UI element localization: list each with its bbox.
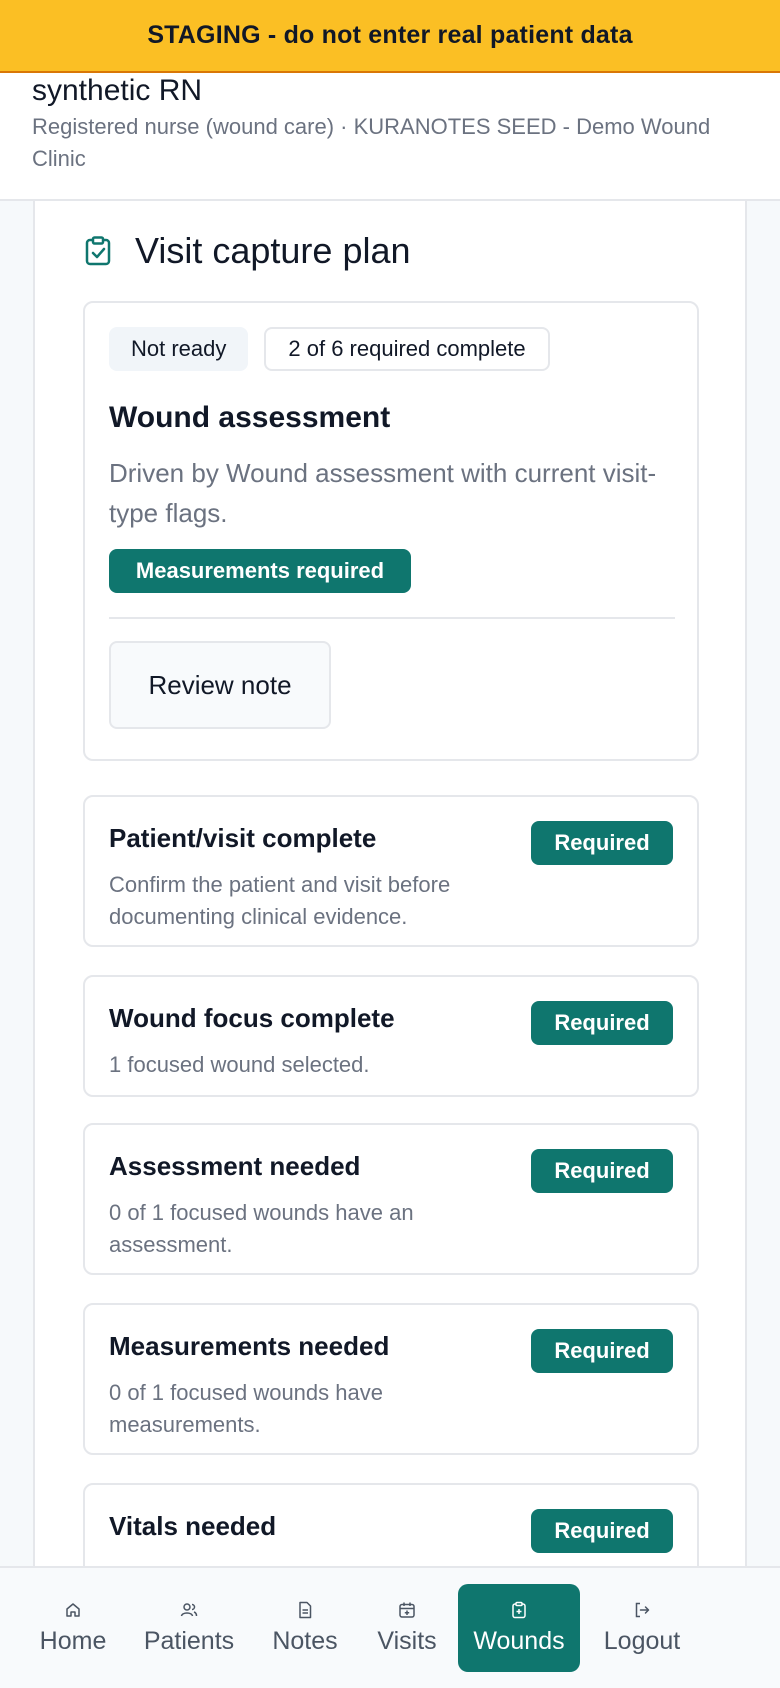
checklist-item-description: 1 focused wound selected. — [109, 1052, 370, 1077]
required-badge: Required — [531, 1001, 673, 1045]
checklist-item: Vitals needed Required — [83, 1483, 699, 1566]
nav-item-patients[interactable]: Patients — [142, 1584, 236, 1672]
checklist-item-title: Patient/visit complete — [109, 823, 377, 853]
checklist-item: Assessment needed 0 of 1 focused wounds … — [83, 1123, 699, 1275]
status-badge: Not ready — [109, 327, 249, 371]
users-icon — [180, 1602, 198, 1616]
checklist-item-title: Assessment needed — [109, 1151, 361, 1181]
divider — [109, 617, 675, 619]
summary-description: Driven by Wound assessment with current … — [109, 458, 657, 528]
calendar-plus-icon — [399, 1602, 415, 1618]
summary-chips: Not ready 2 of 6 required complete — [109, 327, 550, 371]
summary-heading: Wound assessment — [109, 401, 391, 434]
nav-item-home[interactable]: Home — [32, 1584, 114, 1672]
nav-label: Notes — [272, 1626, 338, 1655]
panel-header: Visit capture plan — [85, 221, 411, 281]
measurements-required-badge: Measurements required — [109, 549, 411, 593]
checklist-item: Patient/visit complete Confirm the patie… — [83, 795, 699, 947]
checklist-item-description: 0 of 1 focused wounds have an assessment… — [109, 1200, 414, 1257]
nav-item-wounds[interactable]: Wounds — [458, 1584, 580, 1672]
nav-label: Logout — [603, 1626, 681, 1655]
staging-banner-text: STAGING - do not enter real patient data — [147, 21, 633, 49]
checklist-item-title: Wound focus complete — [109, 1003, 395, 1033]
nav-label: Visits — [377, 1626, 437, 1655]
main-content[interactable]: Visit capture plan Not ready 2 of 6 requ… — [0, 201, 780, 1566]
staging-banner: STAGING - do not enter real patient data — [0, 0, 780, 73]
bottom-nav: Home Patients Notes Visits Wounds Logout — [0, 1566, 780, 1688]
review-note-button[interactable]: Review note — [109, 641, 331, 729]
required-badge: Required — [531, 1509, 673, 1553]
document-icon — [299, 1601, 312, 1618]
user-role-clinic: Registered nurse (wound care) · KURANOTE… — [32, 114, 711, 171]
required-badge: Required — [531, 1329, 673, 1373]
nav-item-logout[interactable]: Logout — [600, 1584, 684, 1672]
checklist-item-title: Vitals needed — [109, 1511, 277, 1541]
user-header: synthetic RN Registered nurse (wound car… — [0, 73, 780, 201]
nav-item-visits[interactable]: Visits — [372, 1584, 442, 1672]
clipboard-plus-icon — [512, 1601, 526, 1618]
checklist-item-title: Measurements needed — [109, 1331, 390, 1361]
required-badge: Required — [531, 821, 673, 865]
visit-capture-panel: Visit capture plan Not ready 2 of 6 requ… — [33, 201, 747, 1566]
nav-label: Home — [39, 1626, 107, 1655]
nav-label: Patients — [143, 1626, 235, 1655]
checklist-item-description: 0 of 1 focused wounds have measurements. — [109, 1380, 383, 1437]
user-name: synthetic RN — [32, 74, 203, 107]
logout-icon — [635, 1602, 650, 1617]
nav-label: Wounds — [473, 1626, 565, 1655]
progress-badge: 2 of 6 required complete — [264, 327, 550, 371]
clipboard-check-icon — [85, 236, 111, 266]
checklist-item: Wound focus complete 1 focused wound sel… — [83, 975, 699, 1097]
home-icon — [66, 1602, 80, 1617]
required-badge: Required — [531, 1149, 673, 1193]
checklist-item: Measurements needed 0 of 1 focused wound… — [83, 1303, 699, 1455]
summary-card: Not ready 2 of 6 required complete Wound… — [83, 301, 699, 761]
panel-title: Visit capture plan — [135, 230, 411, 271]
nav-item-notes[interactable]: Notes — [266, 1584, 344, 1672]
checklist-item-description: Confirm the patient and visit before doc… — [109, 872, 451, 929]
